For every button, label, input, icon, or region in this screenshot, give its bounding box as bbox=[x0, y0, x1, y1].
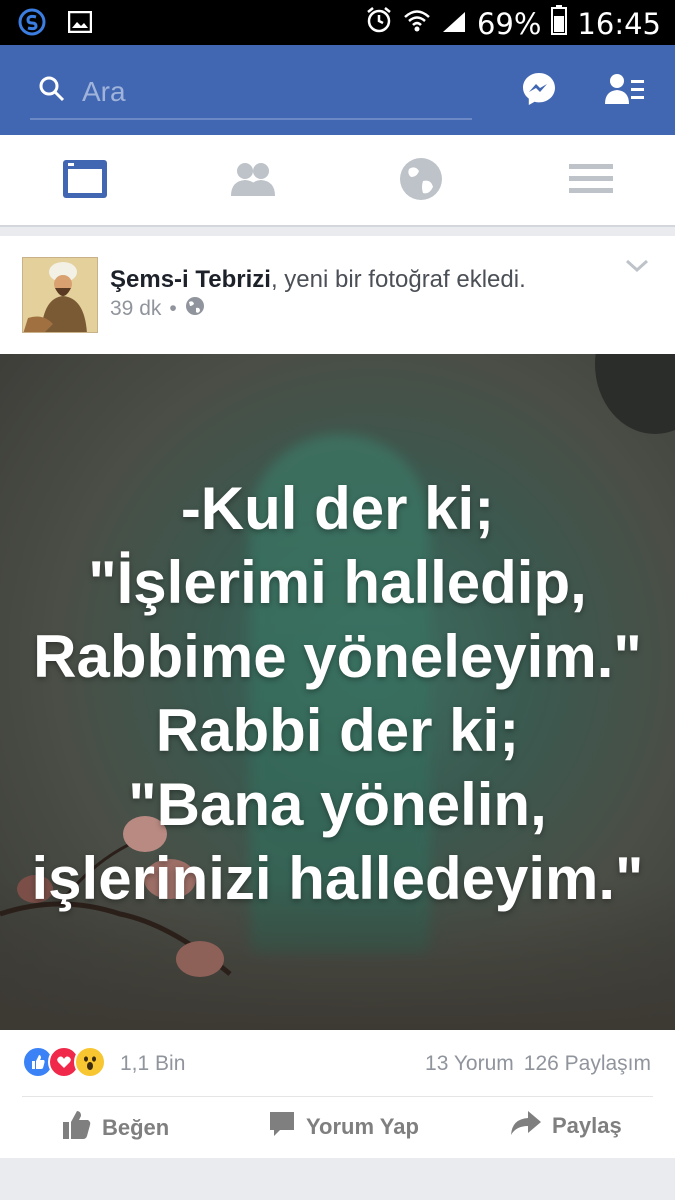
menu-icon bbox=[569, 162, 613, 201]
reaction-icons[interactable] bbox=[22, 1046, 106, 1078]
sync-app-icon bbox=[18, 8, 46, 41]
friends-icon bbox=[230, 161, 276, 202]
messenger-icon[interactable] bbox=[521, 71, 557, 112]
comments-count[interactable]: 13 Yorum bbox=[425, 1052, 514, 1076]
engagement-counts: 13 Yorum 126 Paylaşım bbox=[425, 1052, 651, 1076]
author-name[interactable]: Şems-i Tebrizi bbox=[110, 266, 271, 293]
post-meta: 39 dk • bbox=[110, 296, 205, 322]
tab-menu[interactable] bbox=[566, 158, 616, 204]
signal-icon bbox=[441, 7, 467, 41]
wifi-icon bbox=[403, 7, 431, 41]
comment-label: Yorum Yap bbox=[306, 1114, 419, 1139]
like-button[interactable]: Beğen bbox=[62, 1110, 169, 1146]
public-globe-icon bbox=[185, 296, 205, 322]
friend-requests-icon[interactable] bbox=[605, 72, 645, 111]
actions-divider bbox=[22, 1096, 653, 1097]
post-actions: Beğen Yorum Yap Paylaş bbox=[0, 1098, 675, 1158]
gallery-icon bbox=[67, 10, 93, 38]
comment-icon bbox=[268, 1110, 296, 1144]
alarm-icon bbox=[365, 6, 393, 41]
tab-bar bbox=[0, 135, 675, 227]
quote-line: Rabbi der ki; bbox=[155, 697, 520, 764]
post-photo[interactable]: -Kul der ki; "İşlerimi halledip, Rabbime… bbox=[0, 354, 675, 1030]
thumbs-up-icon bbox=[62, 1110, 92, 1146]
news-feed-icon bbox=[62, 159, 108, 204]
battery-icon bbox=[551, 5, 568, 42]
quote-line: Rabbime yöneleyim." bbox=[33, 623, 642, 690]
tab-notifications[interactable] bbox=[396, 157, 446, 206]
quote-line: "İşlerimi halledip, bbox=[88, 549, 587, 616]
photo-corner-shadow bbox=[595, 354, 675, 434]
status-bar: 69% 16:45 bbox=[0, 0, 675, 45]
post-options-chevron-icon[interactable] bbox=[625, 258, 649, 279]
tab-news-feed[interactable] bbox=[60, 158, 110, 204]
share-icon bbox=[510, 1110, 542, 1142]
quote-line: "Bana yönelin, bbox=[128, 771, 547, 838]
share-button[interactable]: Paylaş bbox=[510, 1110, 622, 1142]
battery-percent: 69% bbox=[476, 6, 542, 41]
post-stats: 1,1 Bin 13 Yorum 126 Paylaşım bbox=[0, 1030, 675, 1096]
post-action-text: , yeni bir fotoğraf ekledi. bbox=[270, 266, 526, 293]
quote-line: -Kul der ki; bbox=[180, 475, 495, 542]
like-label: Beğen bbox=[102, 1115, 170, 1140]
share-label: Paylaş bbox=[552, 1113, 622, 1138]
shares-count[interactable]: 126 Paylaşım bbox=[524, 1052, 651, 1076]
clock: 16:45 bbox=[577, 6, 661, 41]
reactions-count[interactable]: 1,1 Bin bbox=[120, 1052, 185, 1076]
feed-post: Şems-i Tebrizi, yeni bir fotoğraf ekledi… bbox=[0, 236, 675, 1158]
post-time[interactable]: 39 dk bbox=[110, 297, 161, 321]
quote-line: işlerinizi halledeyim." bbox=[31, 845, 644, 912]
globe-icon bbox=[399, 157, 443, 206]
quote-text: -Kul der ki; "İşlerimi halledip, Rabbime… bbox=[0, 472, 675, 916]
search-icon bbox=[38, 75, 66, 108]
top-navbar: Ara bbox=[0, 45, 675, 135]
tab-friends[interactable] bbox=[228, 158, 278, 204]
comment-button[interactable]: Yorum Yap bbox=[268, 1110, 419, 1144]
wow-reaction-icon bbox=[74, 1046, 106, 1078]
search-placeholder: Ara bbox=[82, 75, 126, 107]
meta-separator: • bbox=[169, 297, 177, 320]
post-header: Şems-i Tebrizi, yeni bir fotoğraf ekledi… bbox=[110, 266, 526, 294]
author-avatar[interactable] bbox=[22, 257, 98, 333]
search-bar[interactable]: Ara bbox=[30, 65, 472, 120]
